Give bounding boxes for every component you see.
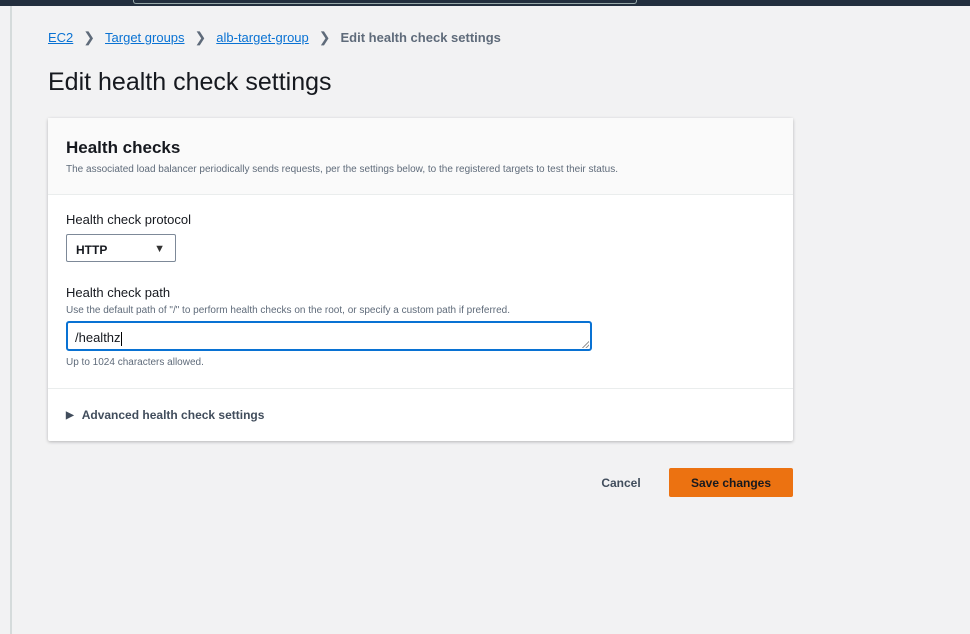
breadcrumb-alb-target-group[interactable]: alb-target-group	[216, 30, 309, 45]
resize-handle-icon[interactable]	[582, 341, 589, 348]
chevron-right-icon: ❯	[83, 29, 96, 45]
save-changes-button[interactable]: Save changes	[669, 468, 793, 497]
card-description: The associated load balancer periodicall…	[66, 164, 618, 175]
cancel-button[interactable]: Cancel	[588, 469, 654, 497]
divider	[48, 388, 793, 389]
breadcrumb-ec2[interactable]: EC2	[48, 30, 73, 45]
path-value: /healthz	[75, 330, 121, 345]
advanced-settings-toggle[interactable]: ▶ Advanced health check settings	[66, 408, 264, 422]
breadcrumb: EC2 ❯ Target groups ❯ alb-target-group ❯…	[48, 29, 501, 46]
text-cursor	[120, 331, 122, 346]
left-divider	[10, 6, 12, 634]
advanced-settings-label: Advanced health check settings	[81, 408, 265, 422]
chevron-right-icon: ❯	[318, 29, 331, 45]
chevron-right-icon: ❯	[194, 29, 207, 45]
breadcrumb-current: Edit health check settings	[340, 30, 501, 45]
health-checks-card: Health checks The associated load balanc…	[48, 118, 793, 441]
address-bar[interactable]	[133, 0, 637, 4]
protocol-select[interactable]: HTTP ▼	[66, 234, 176, 262]
path-label: Health check path	[66, 285, 171, 300]
protocol-label: Health check protocol	[66, 212, 192, 227]
path-input[interactable]: /healthz	[66, 321, 592, 351]
page-title: Edit health check settings	[48, 68, 332, 96]
card-header: Health checks The associated load balanc…	[48, 118, 793, 195]
protocol-value: HTTP	[76, 243, 108, 257]
card-title: Health checks	[66, 138, 181, 157]
path-description: Use the default path of "/" to perform h…	[66, 305, 510, 316]
path-constraint: Up to 1024 characters allowed.	[66, 357, 204, 368]
caret-down-icon: ▼	[154, 243, 165, 255]
caret-right-icon: ▶	[66, 409, 74, 421]
browser-top-bar	[0, 0, 970, 6]
breadcrumb-target-groups[interactable]: Target groups	[105, 30, 185, 45]
